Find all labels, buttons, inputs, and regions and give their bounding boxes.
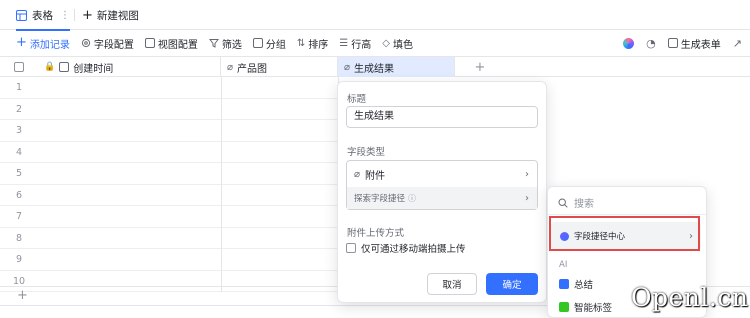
info-icon: ⓘ (408, 193, 417, 203)
sort-icon: ⇅ (296, 37, 306, 49)
tab-more-icon[interactable]: ⋮ (60, 10, 70, 21)
confirm-button[interactable]: 确定 (486, 273, 538, 295)
field-type-value: 附件 (365, 170, 386, 182)
filter-label: 筛选 (221, 39, 242, 51)
field-type-box: ⌀ 附件 › 探索字段捷径 ⓘ › (346, 160, 538, 210)
new-view-label: 新建视图 (96, 9, 139, 22)
row-number: 7 (15, 211, 23, 222)
mobile-upload-label: 仅可通过移动端拍摄上传 (361, 244, 466, 255)
row-number: 6 (15, 189, 23, 201)
column-header-created-time[interactable]: 🔒 创建时间 (38, 57, 221, 77)
add-column-button[interactable]: + (455, 57, 505, 77)
view-config-button[interactable]: 视图配置 (144, 36, 198, 51)
group-icon (252, 38, 263, 48)
toolbar-right: ◔ 生成表单 ↗ (623, 30, 742, 56)
search-placeholder: 搜索 (574, 199, 594, 210)
divider (548, 214, 706, 215)
sort-label: 排序 (308, 39, 329, 51)
row-number: 5 (15, 168, 23, 179)
tag-icon (559, 302, 569, 312)
paperclip-icon: ⌀ (227, 61, 234, 73)
shortcut-item-smart-tag[interactable]: 智能标签 (559, 300, 612, 314)
chevron-right-icon: › (525, 192, 529, 204)
row-number: 3 (15, 125, 23, 136)
cancel-button[interactable]: 取消 (427, 273, 477, 295)
calendar-icon (59, 62, 70, 72)
search-icon (558, 197, 568, 208)
tab-table-label: 表格 (32, 9, 53, 22)
shortcut-search-input[interactable]: 搜索 (558, 195, 594, 210)
column-label-created-time: 创建时间 (73, 63, 114, 75)
explore-shortcut-row[interactable]: 探索字段捷径 ⓘ › (347, 187, 537, 209)
column-divider (221, 77, 222, 292)
plus-icon: + (82, 7, 93, 23)
plus-icon: + (16, 35, 27, 50)
table-icon (16, 9, 27, 21)
history-icon[interactable]: ◔ (646, 37, 656, 50)
generate-form-button[interactable]: 生成表单 (667, 36, 721, 51)
plus-icon: + (17, 288, 28, 303)
filter-icon (208, 39, 219, 48)
shortcut-item-summary[interactable]: 总结 (559, 277, 593, 291)
row-number: 8 (15, 232, 23, 244)
title-label: 标题 (347, 94, 367, 105)
column-label-product-image: 产品图 (237, 63, 268, 75)
highlight-box (549, 216, 700, 251)
paperclip-icon: ⌀ (344, 61, 351, 73)
explore-shortcut-label: 探索字段捷径 (354, 194, 406, 204)
checkbox[interactable] (346, 243, 356, 253)
filter-button[interactable]: 筛选 (208, 36, 242, 51)
paperclip-icon: ⌀ (354, 168, 361, 180)
gear-icon (81, 38, 91, 48)
share-icon[interactable]: ↗ (733, 37, 742, 50)
new-view-button[interactable]: + 新建视图 (82, 0, 139, 30)
field-type-select[interactable]: ⌀ 附件 › (347, 161, 537, 187)
field-type-label: 字段类型 (347, 147, 386, 158)
summary-icon (559, 279, 569, 289)
row-number: 1 (15, 82, 23, 93)
tab-divider (74, 9, 75, 21)
chevron-right-icon: › (525, 168, 529, 180)
add-record-label: 添加记录 (29, 39, 70, 51)
fill-color-button[interactable]: ◇ 填色 (382, 36, 413, 51)
grid-header: 🔒 创建时间 ⌀ 产品图 ⌀ 生成结果 + (0, 56, 750, 77)
form-icon (667, 38, 678, 48)
view-config-icon (144, 38, 155, 48)
sort-button[interactable]: ⇅ 排序 (297, 36, 328, 51)
field-config-label: 字段配置 (93, 39, 134, 51)
shortcut-item-label: 智能标签 (574, 303, 613, 314)
add-record-button[interactable]: + 添加记录 (16, 36, 70, 51)
upload-method-label: 附件上传方式 (347, 228, 405, 239)
tab-table[interactable]: 表格 ⋮ (8, 0, 78, 31)
column-header-result[interactable]: ⌀ 生成结果 (338, 57, 455, 77)
section-ai-label: AI (559, 260, 568, 270)
ai-assistant-icon[interactable] (623, 37, 635, 49)
row-number: 9 (15, 254, 23, 265)
field-title-input[interactable]: 生成结果 (346, 106, 538, 128)
select-all-checkbox[interactable] (0, 57, 38, 77)
view-config-label: 视图配置 (157, 39, 198, 51)
app-root: 表格 ⋮ + 新建视图 + 添加记录 字段配置 视图配置 筛选 分组 ⇅ 排序 … (0, 0, 750, 318)
checkbox (14, 62, 24, 72)
generate-form-label: 生成表单 (680, 39, 721, 51)
lock-icon: 🔒 (44, 62, 56, 72)
view-tab-bar: 表格 ⋮ + 新建视图 (0, 0, 750, 31)
shortcut-item-label: 总结 (574, 280, 594, 291)
column-header-product-image[interactable]: ⌀ 产品图 (221, 57, 338, 77)
paint-bucket-icon: ◇ (382, 37, 390, 49)
column-label-result: 生成结果 (354, 63, 395, 75)
watermark: Openl.cn (631, 283, 749, 312)
row-height-label: 行高 (351, 39, 372, 51)
field-config-button[interactable]: 字段配置 (81, 36, 134, 51)
row-height-icon: ☰ (339, 37, 349, 49)
row-number: 2 (15, 103, 23, 115)
group-button[interactable]: 分组 (252, 36, 286, 51)
mobile-upload-option[interactable]: 仅可通过移动端拍摄上传 (346, 241, 466, 255)
row-number: 4 (15, 146, 23, 158)
group-label: 分组 (265, 39, 286, 51)
field-edit-popover: 标题 生成结果 字段类型 ⌀ 附件 › 探索字段捷径 ⓘ › 附件上传方式 仅可… (337, 81, 547, 303)
fill-color-label: 填色 (392, 39, 413, 51)
row-height-button[interactable]: ☰ 行高 (339, 36, 371, 51)
